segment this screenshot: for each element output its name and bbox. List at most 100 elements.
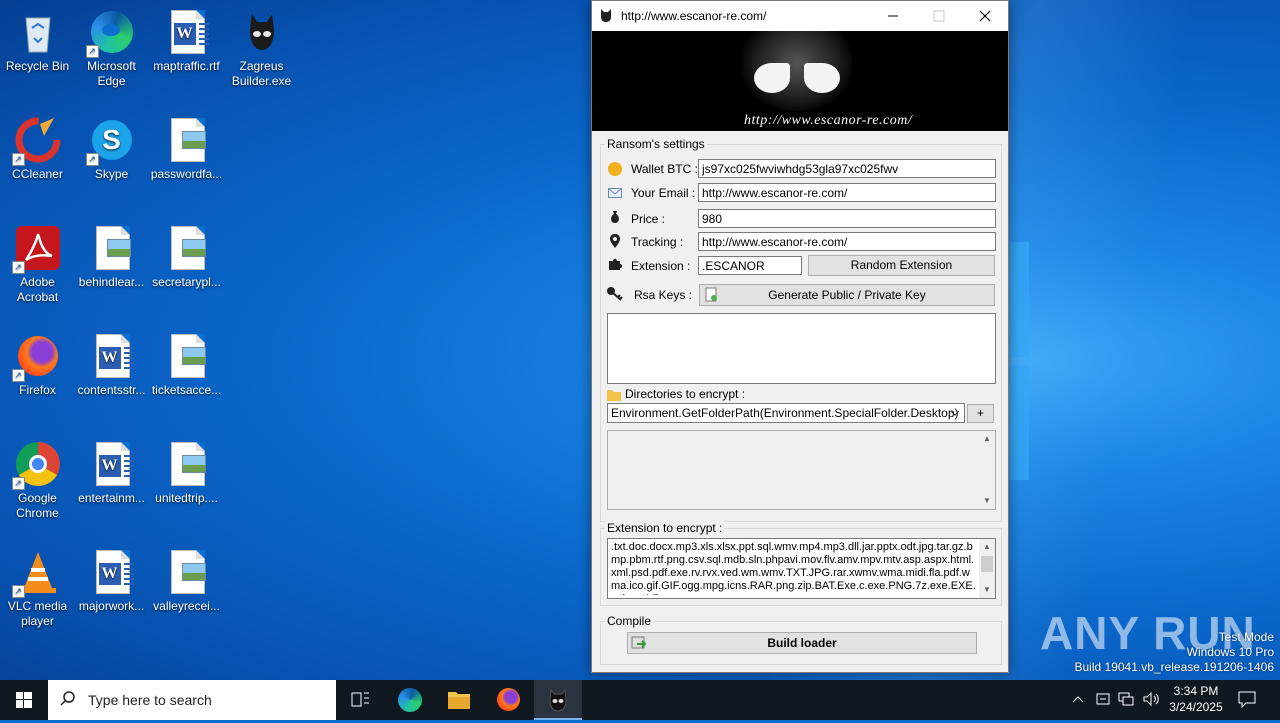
desktop-icon-image-file[interactable]: unitedtrip.... [149,440,224,506]
email-icon [608,186,622,200]
desktop-icon-image-file[interactable]: ticketsacce... [149,332,224,398]
extensions-scrollbar[interactable]: ▲ ▼ [979,539,995,598]
bitcoin-icon [608,162,622,176]
task-view-icon[interactable] [336,680,384,720]
directory-select[interactable]: Environment.GetFolderPath(Environment.Sp… [607,403,965,423]
generate-keys-button[interactable]: Generate Public / Private Key [699,284,995,306]
desktop-icon-image-file[interactable]: passwordfa... [149,116,224,182]
desktop-icon-adobe-acrobat[interactable]: ↗ Adobe Acrobat [0,224,75,305]
desktop-icon-firefox[interactable]: ↗ Firefox [0,332,75,398]
watermark-line: Build 19041.vb_release.191206-1406 [1074,660,1275,674]
rsa-keys-output[interactable] [607,313,996,384]
notifications-icon[interactable] [1238,690,1256,711]
price-input[interactable]: 980 [698,209,996,228]
mask-eye [754,63,790,93]
desktop-icon-label: unitedtrip.... [155,491,218,505]
word-doc-icon: W [88,440,136,488]
desktop-icon-zagreus-builder[interactable]: Zagreus Builder.exe [224,8,299,89]
window-title: http://www.escanor-re.com/ [621,9,767,23]
defender-icon[interactable] [1095,691,1111,710]
directories-list[interactable]: ▲ ▼ [607,430,996,510]
desktop-icon-label: Recycle Bin [5,59,70,73]
desktop-icon-image-file[interactable]: behindlear... [74,224,149,290]
clock[interactable]: 3:34 PM 3/24/2025 [1164,683,1228,715]
extension-input[interactable]: .ESCANOR [698,256,802,275]
start-button[interactable] [0,680,48,720]
word-doc-icon: W [163,8,211,56]
desktop-icon-google-chrome[interactable]: ↗ Google Chrome [0,440,75,521]
taskbar-firefox-icon[interactable] [484,680,532,720]
desktop-icon-label: maptraffic.rtf [153,59,220,73]
minimize-button[interactable] [870,1,916,31]
word-doc-icon: W [88,548,136,596]
clock-date: 3/24/2025 [1169,700,1223,714]
scroll-up-icon[interactable]: ▲ [979,539,995,555]
builder-window: http://www.escanor-re.com/ http://www.es… [591,0,1009,673]
acrobat-icon: ↗ [11,224,62,274]
puzzle-piece-icon [608,257,623,271]
directories-scrollbar[interactable]: ▲ ▼ [979,431,995,509]
banner-image: http://www.escanor-re.com/ [592,31,1008,131]
directory-select-value: Environment.GetFolderPath(Environment.Sp… [611,406,959,420]
ccleaner-icon: ↗ [11,116,62,166]
edge-icon: ↗ [85,8,136,58]
shortcut-arrow-icon: ↗ [11,585,25,598]
add-directory-button[interactable]: + [967,404,994,423]
file-explorer-icon[interactable] [435,680,483,720]
scroll-thumb[interactable] [981,556,993,572]
desktop-icon-word-doc[interactable]: W entertainm... [74,440,149,506]
clock-time: 3:34 PM [1173,684,1219,698]
generate-keys-label: Generate Public / Private Key [768,288,926,302]
desktop-icon-label: passwordfa... [150,167,223,181]
desktop-icon-microsoft-edge[interactable]: ↗ Microsoft Edge [74,8,149,89]
scroll-down-icon[interactable]: ▼ [979,582,995,598]
desktop-icon-word-doc[interactable]: W majorwork... [74,548,149,614]
desktop-icon-label: contentsstr... [77,383,146,397]
tracking-label: Tracking : [631,235,684,249]
mask-face-image [742,31,852,111]
desktop-icon-vlc[interactable]: ↗ VLC media player [0,548,75,629]
image-file-icon [163,332,211,380]
search-placeholder: Type here to search [88,692,212,708]
taskbar-search[interactable]: Type here to search [48,680,336,720]
rsa-keys-label: Rsa Keys : [634,288,693,302]
location-pin-icon [608,234,622,248]
wallet-btc-input[interactable]: js97xc025fwviwhdg53gla97xc025fwv [698,159,996,178]
network-icon[interactable] [1118,691,1134,710]
word-doc-icon: W [88,332,136,380]
chevron-up-icon[interactable] [1071,692,1085,709]
build-loader-button[interactable]: Build loader [627,632,977,654]
title-bar[interactable]: http://www.escanor-re.com/ [592,1,1008,31]
desktop-icon-word-doc[interactable]: W contentsstr... [74,332,149,398]
desktop-icon-image-file[interactable]: valleyrecei... [149,548,224,614]
image-file-icon [163,440,211,488]
taskbar-edge-icon[interactable] [386,680,434,720]
desktop-icon-ccleaner[interactable]: ↗ CCleaner [0,116,75,182]
recycle-bin-icon [14,8,62,56]
tracking-input[interactable]: http://www.escanor-re.com/ [698,232,996,251]
money-bag-icon [608,210,622,224]
volume-icon[interactable] [1142,691,1160,710]
shortcut-arrow-icon: ↗ [11,369,25,382]
desktop-icon-label: Adobe Acrobat [16,275,59,304]
image-file-icon [163,224,211,272]
random-extension-button[interactable]: Random Extension [808,255,995,276]
taskbar-zagreus-app-icon[interactable] [534,680,582,720]
desktop-icon-label: majorwork... [78,599,145,613]
maximize-button[interactable] [916,1,962,31]
desktop-icon-image-file[interactable]: secretarypl... [149,224,224,290]
vlc-icon: ↗ [11,548,62,598]
email-input[interactable]: http://www.escanor-re.com/ [698,183,996,202]
desktop-icon-word-doc[interactable]: W maptraffic.rtf [149,8,224,74]
extensions-textarea[interactable]: .txt.doc.docx.mp3.xls.xlsx.ppt.sql.wmv.m… [607,538,996,599]
desktop-icon-recycle-bin[interactable]: Recycle Bin [0,8,75,74]
scroll-up-icon[interactable]: ▲ [979,431,995,447]
price-label: Price : [631,212,666,226]
build-icon [631,635,647,651]
desktop-icon-label: valleyrecei... [153,599,220,613]
close-button[interactable] [962,1,1008,31]
desktop-icon-skype[interactable]: S ↗ Skype [74,116,149,182]
scroll-down-icon[interactable]: ▼ [979,493,995,509]
directories-label: Directories to encrypt : [625,387,746,401]
wallet-label: Wallet BTC : [631,162,698,176]
